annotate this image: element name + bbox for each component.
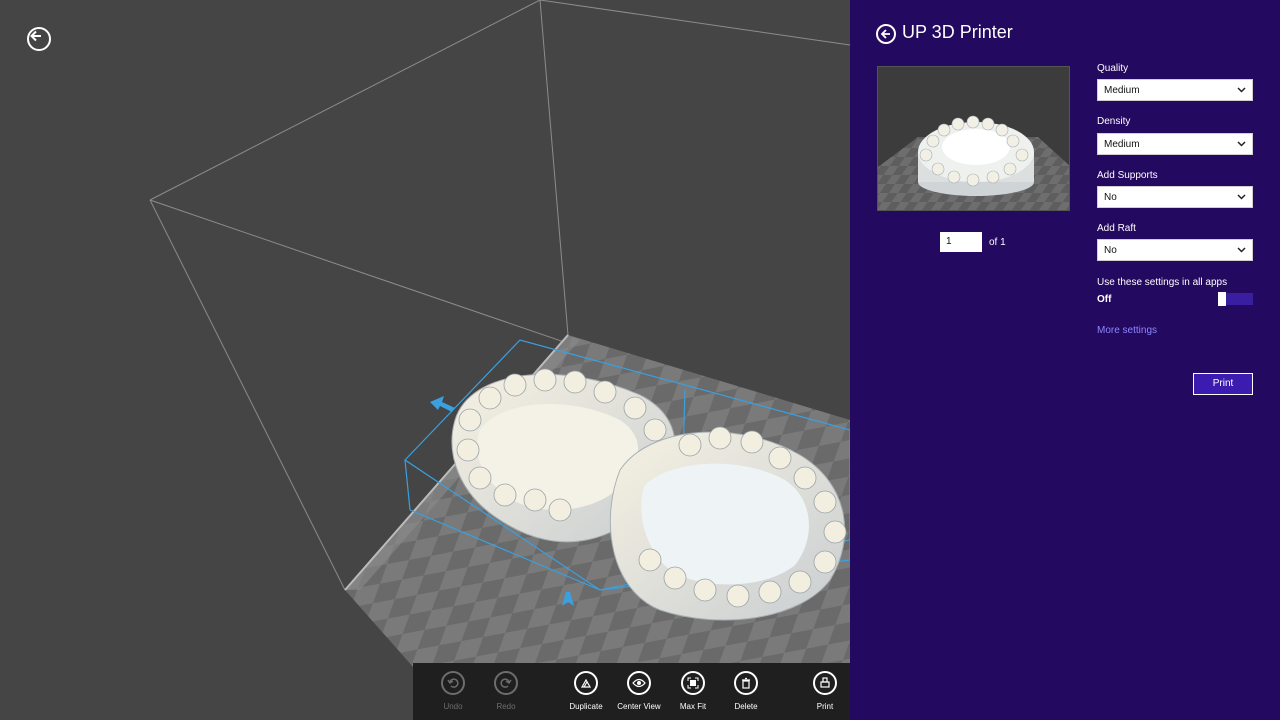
trash-icon: [734, 671, 758, 695]
preview-image: [878, 67, 1069, 210]
redo-button[interactable]: Redo: [476, 671, 536, 711]
quality-label: Quality: [1097, 63, 1129, 74]
undo-label: Undo: [443, 702, 463, 711]
back-arrow-icon: [880, 29, 890, 39]
undo-icon: [441, 671, 465, 695]
scene-canvas: [149, 0, 850, 720]
all-apps-toggle-label: Use these settings in all apps: [1097, 277, 1228, 288]
redo-label: Redo: [496, 702, 516, 711]
center-view-button[interactable]: Center View: [609, 671, 669, 711]
print-appbar-button[interactable]: Print: [795, 671, 855, 711]
chevron-down-icon: [1237, 194, 1246, 200]
app-bar: Undo Redo Duplicate Center View Max Fit …: [413, 663, 850, 720]
max-fit-label: Max Fit: [679, 702, 707, 711]
density-select[interactable]: Medium: [1097, 133, 1253, 155]
duplicate-button[interactable]: Duplicate: [556, 671, 616, 711]
print-preview: [877, 66, 1070, 211]
panel-title: UP 3D Printer: [902, 22, 1013, 42]
density-label: Density: [1097, 116, 1131, 127]
chevron-down-icon: [1237, 247, 1246, 253]
eye-icon: [627, 671, 651, 695]
supports-select[interactable]: No: [1097, 186, 1253, 208]
back-button[interactable]: [27, 27, 51, 51]
print-button[interactable]: Print: [1193, 373, 1253, 395]
max-fit-button[interactable]: Max Fit: [663, 671, 723, 711]
chevron-down-icon: [1237, 141, 1246, 147]
delete-button[interactable]: Delete: [716, 671, 776, 711]
printer-icon: [813, 671, 837, 695]
toggle-state: Off: [1097, 294, 1112, 305]
density-value: Medium: [1104, 139, 1140, 150]
print-settings-panel: UP 3D Printer 1 of 1 Quality Medium Dens…: [850, 0, 1280, 720]
page-number-input[interactable]: 1: [940, 232, 982, 252]
back-arrow-icon: [30, 30, 41, 42]
page-count: of 1: [989, 237, 1006, 248]
print-appbar-label: Print: [816, 702, 834, 711]
undo-button[interactable]: Undo: [423, 671, 483, 711]
raft-value: No: [1104, 245, 1117, 256]
all-apps-toggle[interactable]: [1218, 292, 1253, 306]
delete-label: Delete: [734, 702, 758, 711]
duplicate-label: Duplicate: [569, 702, 603, 711]
supports-label: Add Supports: [1097, 170, 1158, 181]
3d-viewport[interactable]: [0, 0, 850, 720]
supports-value: No: [1104, 192, 1117, 203]
redo-icon: [494, 671, 518, 695]
duplicate-icon: [574, 671, 598, 695]
raft-label: Add Raft: [1097, 223, 1136, 234]
panel-back-button[interactable]: [876, 24, 896, 44]
quality-select[interactable]: Medium: [1097, 79, 1253, 101]
quality-value: Medium: [1104, 85, 1140, 96]
max-fit-icon: [681, 671, 705, 695]
toggle-knob: [1218, 292, 1226, 306]
chevron-down-icon: [1237, 87, 1246, 93]
center-view-label: Center View: [617, 702, 661, 711]
raft-select[interactable]: No: [1097, 239, 1253, 261]
more-settings-link[interactable]: More settings: [1097, 325, 1157, 336]
